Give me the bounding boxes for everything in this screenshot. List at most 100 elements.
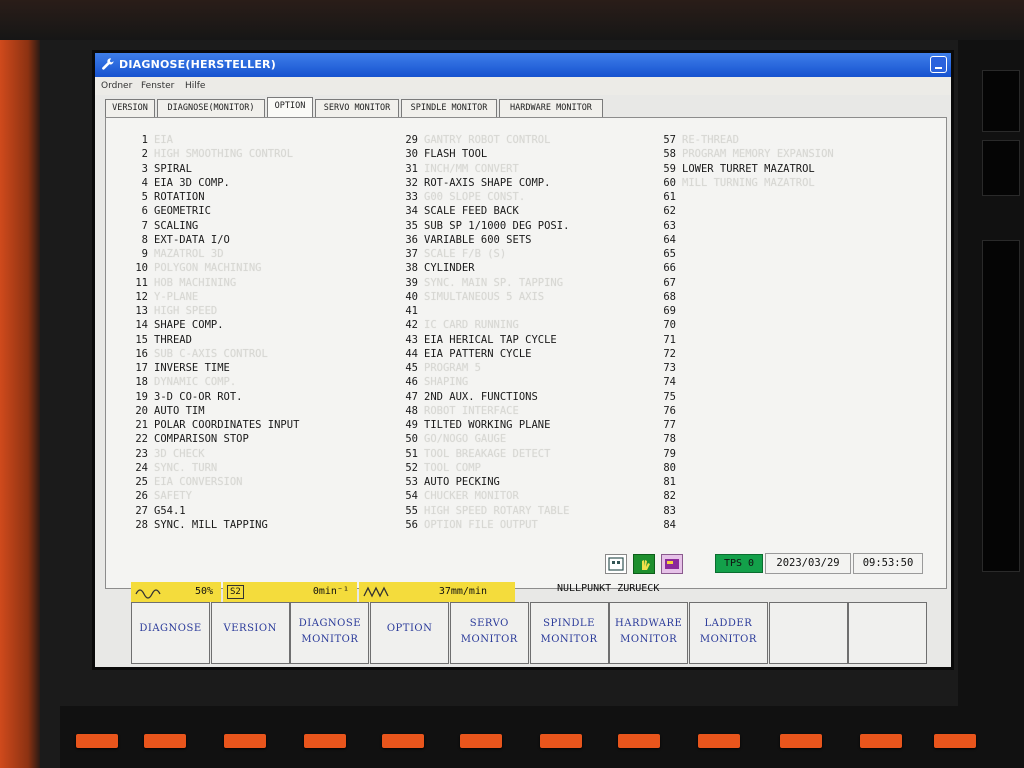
option-name: SPIRAL [154,162,192,175]
hardware-softkey-button[interactable] [860,734,902,748]
softkey-ladder-monitor-button[interactable]: LADDER MONITOR [688,602,768,664]
menu-hilfe[interactable]: Hilfe [185,81,205,91]
option-row: 50 GO/NOGO GAUGE [386,432,506,446]
option-row: 17 INVERSE TIME [116,361,230,375]
option-row: 79 [644,447,682,461]
override-value: 50% [194,586,213,597]
option-row: 56 OPTION FILE OUTPUT [386,518,537,532]
softkey-sublabel: MONITOR [460,634,518,645]
option-number: 43 [405,333,418,346]
softkey-hardware-monitor-button[interactable]: HARDWARE MONITOR [609,602,689,664]
hardware-softkey-button[interactable] [618,734,660,748]
option-name: LOWER TURRET MAZATROL [682,162,815,175]
option-name: ROTATION [154,191,205,203]
option-number: 29 [405,134,418,146]
feed-indicator: 37mm/min [359,582,515,602]
option-row: 65 [644,247,682,261]
option-number: 15 [135,333,148,346]
softkey-sublabel: MONITOR [699,634,757,645]
hand-icon[interactable] [633,554,655,574]
keyboard-icon[interactable] [605,554,627,574]
option-row: 40 SIMULTANEOUS 5 AXIS [386,290,544,304]
tab-spindle-monitor[interactable]: SPINDLE MONITOR [401,99,497,117]
tab-servo-monitor[interactable]: SERVO MONITOR [315,99,399,117]
spindle-indicator: S2 0min⁻¹ [223,582,357,602]
hardware-softkey-button[interactable] [460,734,502,748]
option-name: MAZATROL 3D [154,248,224,260]
indicator-bar: 50% S2 0min⁻¹ 37mm/min NULLPUNKT ZURUECK [131,582,951,602]
time-display: 09:53:50 [853,553,923,574]
hardware-softkey-button[interactable] [382,734,424,748]
softkey-blank-button[interactable] [768,602,848,664]
option-row: 38 CYLINDER [386,261,475,275]
softkey-diagnose-button[interactable]: DIAGNOSE [131,602,210,664]
hardware-softkey-button[interactable] [144,734,186,748]
option-name: TOOL COMP [424,461,481,474]
hardware-softkey-button[interactable] [934,734,976,748]
option-number: 17 [135,362,148,374]
option-row: 75 [644,390,682,404]
wave-icon [135,589,161,599]
option-row: 39 SYNC. MAIN SP. TAPPING [386,276,563,290]
option-row: 66 [644,261,682,275]
softkey-spindle-monitor-button[interactable]: SPINDLE MONITOR [529,602,609,664]
softkey-version-button[interactable]: VERSION [210,602,290,664]
minimize-button[interactable] [930,56,947,73]
window-title: DIAGNOSE(HERSTELLER) [119,58,276,71]
menu-ordner[interactable]: Ordner [101,81,132,91]
softkey-diagnose-monitor-button[interactable]: DIAGNOSE MONITOR [290,602,370,664]
hardware-softkey-button[interactable] [76,734,118,748]
softkey-sublabel: MONITOR [540,634,598,645]
card-icon[interactable] [661,554,683,574]
option-row: 33 G00 SLOPE CONST. [386,190,525,204]
hardware-softkey-button[interactable] [780,734,822,748]
option-row: 29 GANTRY ROBOT CONTROL [386,133,550,147]
machine-bezel-orange [0,40,40,768]
cnc-screen: DIAGNOSE(HERSTELLER) Ordner Fenster Hilf… [92,50,954,670]
option-name: SCALING [154,219,199,232]
hardware-softkey-button[interactable] [304,734,346,748]
option-row: 28 SYNC. MILL TAPPING [116,518,267,532]
tab-diagnose-monitor[interactable]: DIAGNOSE(MONITOR) [157,99,265,117]
option-row: 81 [644,475,682,489]
softkey-option-button[interactable]: OPTION [370,602,450,664]
softkey-blank-button[interactable] [848,602,928,664]
option-number: 76 [663,404,676,417]
option-name: CYLINDER [424,262,475,275]
option-row: 27 G54.1 [116,504,185,518]
option-number: 63 [663,219,676,232]
option-name: SCALE F/B (S) [424,248,507,260]
option-row: 73 [644,361,682,375]
tps-value: 0 [748,558,755,569]
option-number: 39 [405,276,418,289]
option-name: MILL TURNING MAZATROL [682,176,815,189]
option-number: 54 [405,490,418,503]
hardware-softkey-button[interactable] [224,734,266,748]
hardware-softkey-button[interactable] [540,734,582,748]
option-name: RE-THREAD [682,134,739,146]
option-row: 83 [644,504,682,518]
softkey-label: OPTION [386,623,433,634]
option-row: 20 AUTO TIM [116,404,204,418]
option-name: SHAPE COMP. [154,319,224,332]
softkey-servo-monitor-button[interactable]: SERVO MONITOR [449,602,529,664]
option-name: 3D CHECK [154,447,205,460]
option-number: 12 [135,290,148,303]
option-number: 5 [141,191,148,203]
option-number: 21 [135,419,148,431]
tab-version[interactable]: VERSION [105,99,155,117]
option-number: 35 [405,219,418,232]
option-number: 42 [405,319,418,332]
option-number: 40 [405,290,418,303]
option-number: 59 [663,162,676,175]
softkey-label: VERSION [223,623,277,634]
menu-fenster[interactable]: Fenster [141,81,174,91]
menu-bar: Ordner Fenster Hilfe [95,77,951,95]
option-row: 82 [644,489,682,503]
hardware-softkey-button[interactable] [698,734,740,748]
title-bar: DIAGNOSE(HERSTELLER) [95,53,951,77]
tab-hardware-monitor[interactable]: HARDWARE MONITOR [499,99,603,117]
option-number: 30 [405,148,418,161]
machine-side-panel [958,40,1024,768]
tab-option[interactable]: OPTION [267,97,313,117]
